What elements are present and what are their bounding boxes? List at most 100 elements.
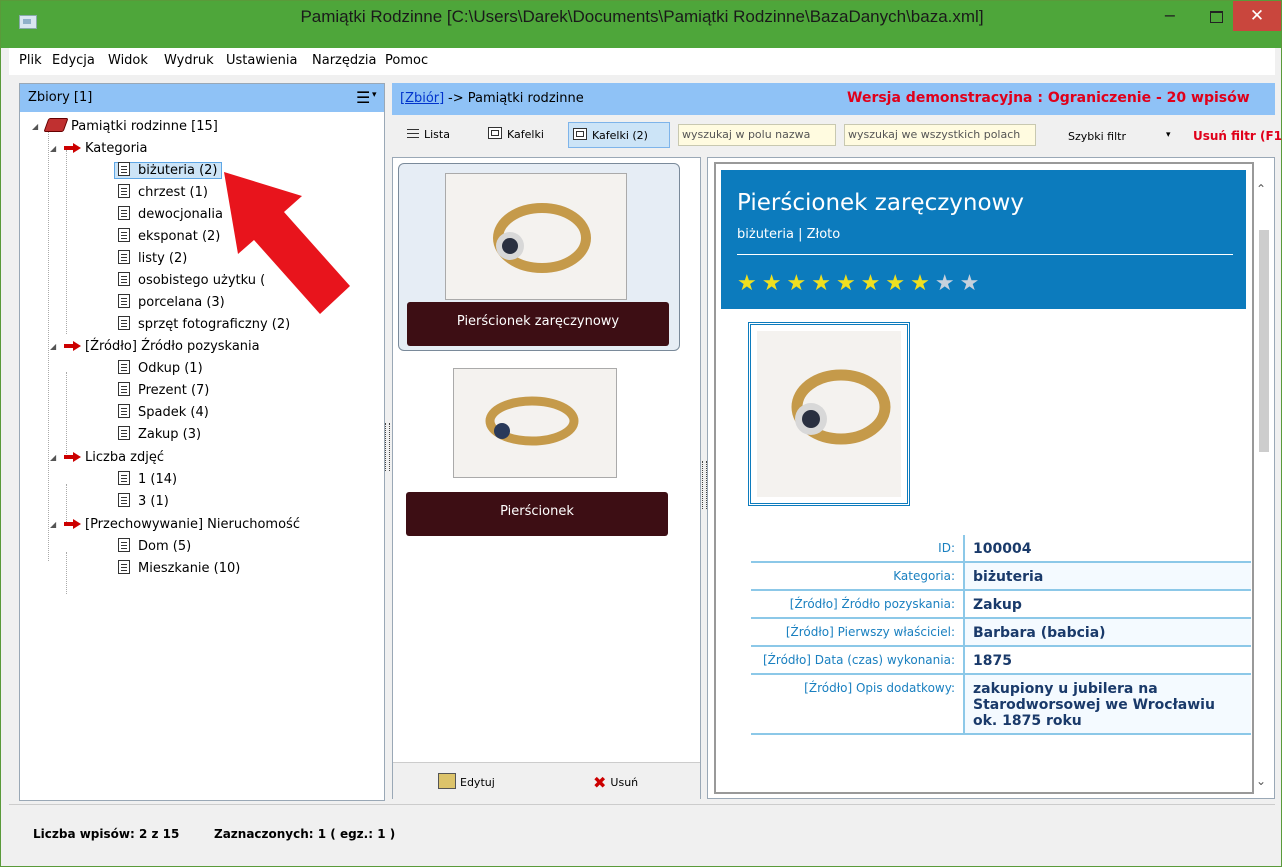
document-icon bbox=[118, 316, 130, 330]
expanded-icon[interactable]: ◢ bbox=[50, 515, 56, 535]
tree-item[interactable]: Odkup (1) bbox=[118, 359, 203, 379]
menu-wydruk[interactable]: Wydruk bbox=[164, 53, 214, 68]
document-icon bbox=[118, 294, 130, 308]
edit-icon bbox=[438, 773, 456, 789]
document-icon bbox=[118, 493, 130, 507]
document-icon bbox=[118, 272, 130, 286]
tree-group-liczba-zdjec[interactable]: ◢ Liczba zdjęć bbox=[50, 448, 164, 468]
details-panel: Pierścionek zaręczynowy biżuteria | Złot… bbox=[707, 157, 1275, 799]
quick-filter-button[interactable]: Szybki filtr bbox=[1068, 130, 1126, 143]
selected-count: Zaznaczonych: 1 ( egz.: 1 ) bbox=[214, 827, 396, 841]
star-filled-icon[interactable]: ★ bbox=[861, 271, 886, 296]
tree-item-label: 3 (1) bbox=[138, 494, 169, 509]
edit-button[interactable]: Edytuj bbox=[438, 773, 495, 789]
tree-item[interactable]: Prezent (7) bbox=[118, 381, 209, 401]
tree-item[interactable]: 3 (1) bbox=[118, 492, 169, 512]
tree-item-label: Dom (5) bbox=[138, 539, 192, 554]
edit-label: Edytuj bbox=[460, 776, 495, 789]
search-name-input[interactable]: wyszukaj w polu nazwa bbox=[678, 124, 836, 146]
tree-group-label: [Przechowywanie] Nieruchomość bbox=[85, 517, 300, 532]
maximize-icon bbox=[1209, 11, 1223, 23]
view-tiles2-button[interactable]: Kafelki (2) bbox=[568, 122, 670, 148]
star-filled-icon[interactable]: ★ bbox=[786, 271, 811, 296]
tree-item[interactable]: Dom (5) bbox=[118, 537, 191, 557]
tree-root[interactable]: ◢ Pamiątki rodzinne [15] bbox=[32, 117, 218, 137]
menu-narzedzia[interactable]: Narzędzia bbox=[312, 53, 377, 68]
tree-group-przechowywanie[interactable]: ◢ [Przechowywanie] Nieruchomość bbox=[50, 515, 300, 535]
chevron-down-icon[interactable]: ▾ bbox=[1166, 130, 1171, 140]
record-count: Liczba wpisów: 2 z 15 bbox=[33, 827, 180, 841]
tree-item-label: biżuteria (2) bbox=[138, 163, 218, 178]
minimize-button[interactable]: − bbox=[1147, 1, 1193, 31]
tree-item[interactable]: Mieszkanie (10) bbox=[118, 559, 240, 579]
star-filled-icon[interactable]: ★ bbox=[910, 271, 935, 296]
delete-button[interactable]: ✖ Usuń bbox=[593, 773, 638, 792]
window-title: Pamiątki Rodzinne [C:\Users\Darek\Docume… bbox=[300, 7, 984, 26]
collection-link[interactable]: [Zbiór] bbox=[400, 91, 444, 106]
remove-filter-button[interactable]: Usuń filtr (F1 bbox=[1193, 129, 1282, 143]
details-table: ID: 100004 Kategoria: biżuteria [Źródło] Ź… bbox=[751, 535, 1251, 735]
tree-item[interactable]: dewocjonalia bbox=[118, 205, 223, 225]
collections-panel: Zbiory [1] ☰ ▾ ◢ Pamiątki rodzinne [15] … bbox=[19, 83, 385, 801]
tree-group-kategoria[interactable]: ◢ Kategoria bbox=[50, 139, 148, 159]
menu-plik[interactable]: Plik bbox=[19, 53, 42, 68]
tile-label: Pierścionek bbox=[500, 504, 574, 519]
expanded-icon[interactable]: ◢ bbox=[50, 448, 56, 468]
details-photo-frame[interactable] bbox=[748, 322, 910, 506]
tree-item-selected[interactable]: biżuteria (2) bbox=[114, 162, 222, 179]
tile-item[interactable]: Pierścionek zaręczynowy bbox=[398, 163, 680, 351]
tree-item[interactable]: biżuteria (2) bbox=[114, 161, 222, 181]
expanded-icon[interactable]: ◢ bbox=[50, 139, 56, 159]
menu-ustawienia[interactable]: Ustawienia bbox=[226, 53, 297, 68]
tree-root-label: Pamiątki rodzinne [15] bbox=[71, 119, 218, 134]
detail-label: [Źródło] Data (czas) wykonania: bbox=[751, 646, 965, 675]
detail-value: Barbara (babcia) bbox=[964, 618, 1251, 647]
menu-pomoc[interactable]: Pomoc bbox=[385, 53, 428, 68]
star-filled-icon[interactable]: ★ bbox=[811, 271, 836, 296]
hamburger-menu-icon[interactable]: ☰ bbox=[356, 88, 370, 107]
tiles-footer: Edytuj ✖ Usuń bbox=[393, 762, 700, 799]
detail-value: zakupiony u jubilera na Starodworsowej w… bbox=[964, 674, 1251, 735]
scroll-thumb[interactable] bbox=[1259, 230, 1269, 452]
expanded-icon[interactable]: ◢ bbox=[32, 117, 38, 137]
star-filled-icon[interactable]: ★ bbox=[762, 271, 787, 296]
detail-value: 1875 bbox=[964, 646, 1251, 675]
tree-group-label: Liczba zdjęć bbox=[85, 450, 165, 465]
tree-item[interactable]: sprzęt fotograficzny (2) bbox=[118, 315, 290, 335]
details-title: Pierścionek zaręczynowy bbox=[737, 190, 1024, 216]
left-splitter[interactable] bbox=[385, 423, 390, 471]
annotation-arrow bbox=[224, 172, 350, 314]
detail-value: 100004 bbox=[964, 535, 1251, 563]
tree-item[interactable]: eksponat (2) bbox=[118, 227, 220, 247]
view-list-button[interactable]: Lista bbox=[407, 122, 450, 148]
scroll-down-icon[interactable]: ⌄ bbox=[1256, 774, 1266, 788]
expanded-icon[interactable]: ◢ bbox=[50, 337, 56, 357]
tree-item[interactable]: chrzest (1) bbox=[118, 183, 208, 203]
menu-bar: Plik Edycja Widok Wydruk Ustawienia Narz… bbox=[9, 48, 1275, 75]
tree-item[interactable]: Spadek (4) bbox=[118, 403, 209, 423]
tree-item-label: Prezent (7) bbox=[138, 383, 210, 398]
star-filled-icon[interactable]: ★ bbox=[737, 271, 762, 296]
tree-item[interactable]: Zakup (3) bbox=[118, 425, 201, 445]
tile-item[interactable]: Pierścionek bbox=[398, 368, 678, 536]
scroll-up-icon[interactable]: ⌃ bbox=[1256, 182, 1266, 196]
search-all-input[interactable]: wyszukaj we wszystkich polach bbox=[844, 124, 1036, 146]
menu-edycja[interactable]: Edycja bbox=[52, 53, 95, 68]
close-button[interactable]: ✕ bbox=[1233, 1, 1281, 31]
tree-group-zrodlo[interactable]: ◢ [Źródło] Źródło pozyskania bbox=[50, 337, 260, 357]
chevron-down-icon[interactable]: ▾ bbox=[372, 90, 377, 100]
view-tiles-button[interactable]: Kafelki bbox=[488, 122, 544, 148]
tiles-icon bbox=[488, 127, 502, 139]
details-content: Pierścionek zaręczynowy biżuteria | Złot… bbox=[714, 162, 1254, 794]
tree-line bbox=[66, 552, 67, 594]
tree-item-label: sprzęt fotograficzny (2) bbox=[138, 317, 291, 332]
menu-widok[interactable]: Widok bbox=[108, 53, 148, 68]
star-empty-icon[interactable]: ★ bbox=[960, 271, 985, 296]
tree-item[interactable]: listy (2) bbox=[118, 249, 187, 269]
tree-item[interactable]: 1 (14) bbox=[118, 470, 177, 490]
star-filled-icon[interactable]: ★ bbox=[836, 271, 861, 296]
star-empty-icon[interactable]: ★ bbox=[935, 271, 960, 296]
details-scrollbar[interactable]: ⌃ ⌄ bbox=[1256, 182, 1272, 794]
star-filled-icon[interactable]: ★ bbox=[885, 271, 910, 296]
tree-item[interactable]: porcelana (3) bbox=[118, 293, 225, 313]
